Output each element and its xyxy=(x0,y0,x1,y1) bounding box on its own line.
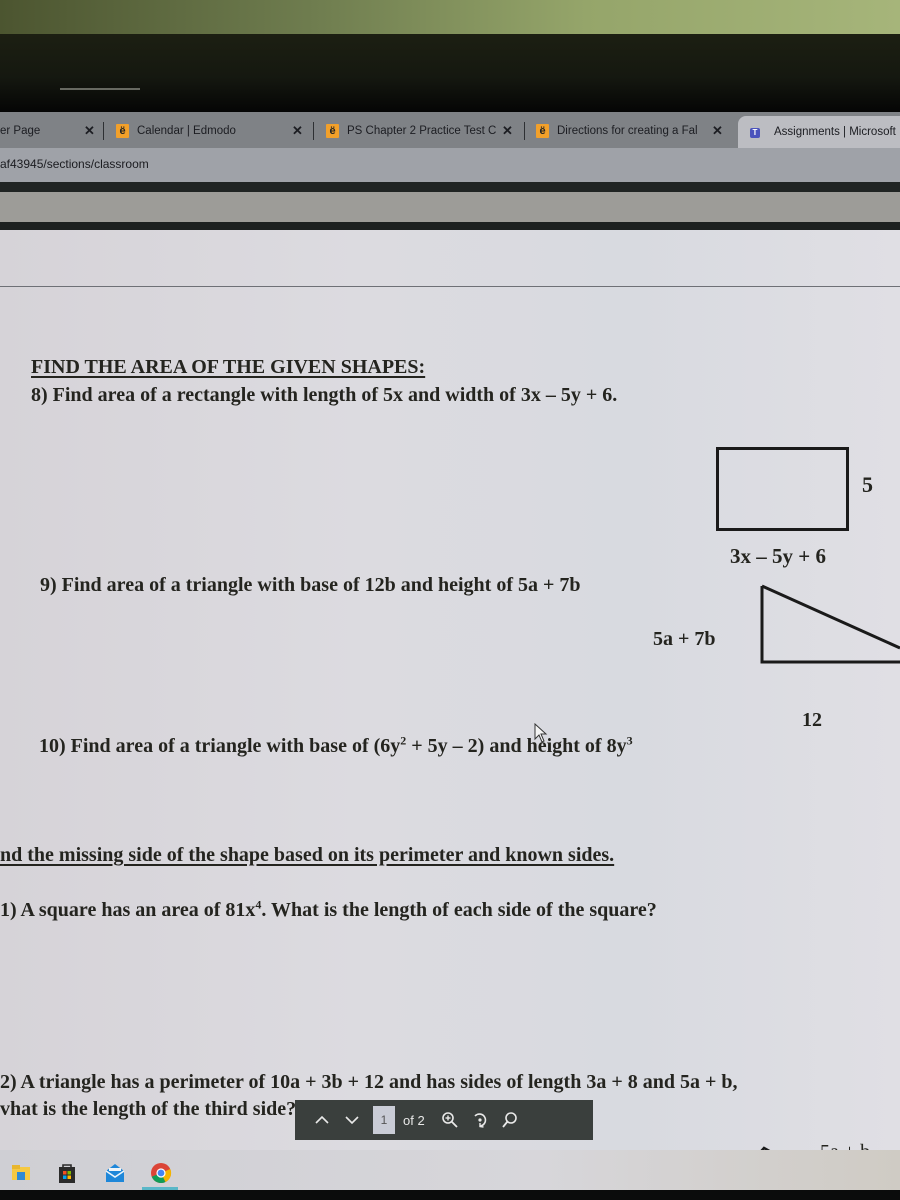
edmodo-icon: ë xyxy=(326,124,339,138)
tab-other-page[interactable]: er Page ✕ xyxy=(0,116,100,146)
tab-label: Directions for creating a Fal xyxy=(557,125,698,137)
question-11: 1) A square has an area of 81x4. What is… xyxy=(0,897,657,921)
tab-label: er Page xyxy=(0,125,41,137)
tab-separator xyxy=(524,122,525,140)
tab-label: PS Chapter 2 Practice Test C xyxy=(347,125,497,137)
browser-tab-strip: er Page ✕ ë Calendar | Edmodo ✕ ë PS Cha… xyxy=(0,112,900,148)
pdf-page-toolbar: 1 of 2 xyxy=(295,1100,593,1140)
section-heading-missing-side: nd the missing side of the shape based o… xyxy=(0,844,615,866)
page-header-strip xyxy=(0,192,900,222)
zoom-in-icon xyxy=(441,1112,458,1128)
tab-separator xyxy=(103,122,104,140)
tab-calendar-edmodo[interactable]: ë Calendar | Edmodo ✕ xyxy=(116,116,306,146)
rotate-icon xyxy=(474,1113,486,1128)
monitor-bezel xyxy=(0,34,900,112)
mail-icon[interactable] xyxy=(104,1162,126,1184)
search-button[interactable] xyxy=(495,1105,525,1135)
section-heading-area: FIND THE AREA OF THE GIVEN SHAPES: xyxy=(31,356,426,378)
microsoft-store-icon[interactable] xyxy=(56,1162,78,1184)
tab-label: Calendar | Edmodo xyxy=(137,125,236,137)
rotate-button[interactable] xyxy=(465,1105,495,1135)
url-text: af43945/sections/classroom xyxy=(0,157,149,171)
triangle-legs xyxy=(760,586,900,664)
question-9: 9) Find area of a triangle with base of … xyxy=(40,574,581,596)
rectangle-figure xyxy=(716,447,849,531)
triangle-hypotenuse xyxy=(761,584,900,650)
file-explorer-icon[interactable] xyxy=(10,1162,32,1184)
tab-directions[interactable]: ë Directions for creating a Fal ✕ xyxy=(536,116,736,146)
zoom-in-button[interactable] xyxy=(435,1105,465,1135)
chrome-active-indicator xyxy=(142,1187,178,1190)
rectangle-side-label: 5 xyxy=(862,472,873,497)
tab-label: Assignments | Microsoft xyxy=(774,126,896,138)
address-bar[interactable]: af43945/sections/classroom xyxy=(0,148,900,182)
next-page-button[interactable] xyxy=(337,1105,367,1135)
question-12-line-2: vhat is the length of the third side? xyxy=(0,1098,297,1120)
close-icon[interactable]: ✕ xyxy=(84,123,95,139)
tab-separator xyxy=(313,122,314,140)
triangle-base-label: 12 xyxy=(802,709,822,731)
chevron-up-icon xyxy=(315,1115,329,1124)
edmodo-icon: ë xyxy=(116,124,129,138)
triangle-height-label: 5a + 7b xyxy=(653,628,716,650)
google-chrome-icon[interactable] xyxy=(150,1162,172,1184)
question-12-line-1: 2) A triangle has a perimeter of 10a + 3… xyxy=(0,1071,738,1093)
search-icon xyxy=(501,1112,517,1128)
screen-bottom-edge xyxy=(0,1190,900,1200)
rectangle-bottom-label: 3x – 5y + 6 xyxy=(730,544,826,568)
chevron-down-icon xyxy=(345,1116,359,1125)
windows-taskbar xyxy=(0,1150,900,1190)
total-pages-label: of 2 xyxy=(403,1112,425,1128)
edmodo-icon: ë xyxy=(536,124,549,138)
toolbar-divider xyxy=(0,222,900,230)
close-icon[interactable]: ✕ xyxy=(712,123,723,139)
tab-assignments-microsoft[interactable]: T Assignments | Microsoft xyxy=(738,116,900,148)
bezel-glint xyxy=(60,88,140,90)
tab-ps-chapter-2[interactable]: ë PS Chapter 2 Practice Test C ✕ xyxy=(326,116,516,146)
question-8: 8) Find area of a rectangle with length … xyxy=(31,384,618,406)
mouse-cursor-icon xyxy=(534,723,548,743)
microsoft-teams-icon: T xyxy=(750,125,766,139)
previous-page-button[interactable] xyxy=(307,1105,337,1135)
toolbar-divider xyxy=(0,182,900,192)
page-divider-line xyxy=(0,286,900,287)
close-icon[interactable]: ✕ xyxy=(292,123,303,139)
right-triangle-figure xyxy=(760,584,900,664)
close-icon[interactable]: ✕ xyxy=(502,123,513,139)
background-wall xyxy=(0,0,900,36)
page-number-input[interactable]: 1 xyxy=(373,1106,395,1134)
